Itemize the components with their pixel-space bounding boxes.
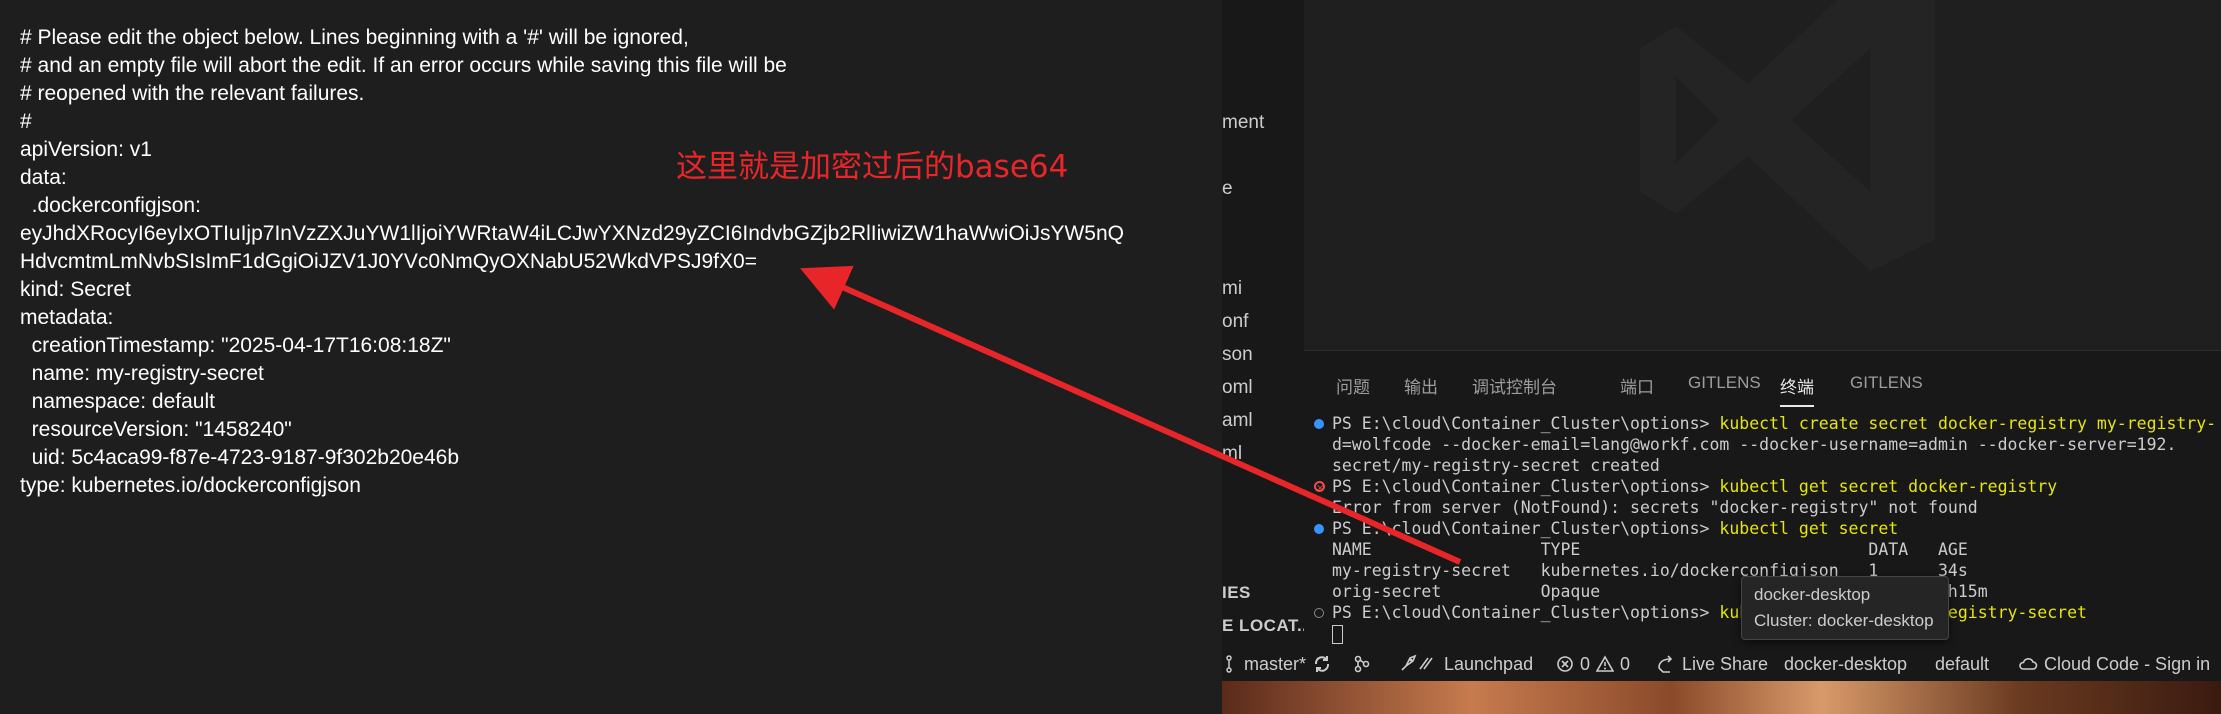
branch-label: master*	[1244, 654, 1307, 674]
desktop-wallpaper	[1222, 681, 2221, 714]
explorer-sidebar: ment e mi onf son oml aml ml IES E LOCAT…	[1222, 0, 1312, 714]
status-gitlens[interactable]	[1352, 647, 1372, 681]
explorer-item[interactable]: son	[1222, 344, 1253, 366]
terminal-command: kubectl create secret docker-registry my…	[1719, 414, 2217, 433]
terminal-prompt: PS E:\cloud\Container_Cluster\options>	[1332, 414, 1720, 433]
status-live-share[interactable]: Live Share	[1656, 647, 1768, 681]
editor-line: type: kubernetes.io/dockerconfigjson	[20, 474, 361, 497]
status-branch[interactable]: master*	[1226, 647, 1332, 681]
status-namespace[interactable]: default	[1935, 647, 1989, 681]
tab-debug-console[interactable]: 调试控制台	[1472, 373, 1557, 398]
tab-gitlens[interactable]: GITLENS	[1688, 373, 1761, 393]
status-k8s-context[interactable]: docker-desktop	[1784, 647, 1907, 681]
command-pending-icon[interactable]	[1314, 608, 1324, 618]
error-count: 0	[1580, 654, 1591, 674]
terminal-line: PS E:\cloud\Container_Cluster\options> k…	[1304, 413, 2221, 434]
git-branch-icon	[1226, 655, 1232, 673]
editor-line: # Please edit the object below. Lines be…	[20, 26, 689, 49]
command-success-icon[interactable]	[1314, 524, 1324, 534]
screen: ment e mi onf son oml aml ml IES E LOCAT…	[0, 0, 2221, 714]
status-launchpad[interactable]: Launchpad	[1398, 647, 1533, 681]
terminal-line: PS E:\cloud\Container_Cluster\options> k…	[1304, 518, 2221, 539]
terminal-prompt: PS E:\cloud\Container_Cluster\options>	[1332, 603, 1720, 622]
context-label: docker-desktop	[1784, 654, 1908, 674]
terminal-cursor	[1332, 625, 1343, 644]
live-share-label: Live Share	[1682, 654, 1769, 674]
tooltip-detail: Cluster: docker-desktop	[1754, 611, 1934, 630]
namespace-label: default	[1935, 654, 1990, 674]
terminal-line: Error from server (NotFound): secrets "d…	[1304, 497, 2221, 518]
terminal-prompt: PS E:\cloud\Container_Cluster\options>	[1332, 519, 1720, 538]
terminal-line: NAME TYPE DATA AGE	[1304, 539, 2221, 560]
sync-icon	[1315, 656, 1330, 672]
tab-gitlens-2[interactable]: GITLENS	[1850, 373, 1923, 393]
explorer-item[interactable]: ment	[1222, 112, 1264, 134]
explorer-item[interactable]: ml	[1222, 443, 1242, 465]
live-share-icon	[1658, 655, 1673, 673]
terminal-line: PS E:\cloud\Container_Cluster\options> k…	[1304, 476, 2221, 499]
annotation-label: 这里就是加密过后的base64	[676, 149, 1069, 185]
editor-line: #	[20, 110, 32, 133]
editor-line: apiVersion: v1	[20, 138, 152, 161]
status-cloud-code[interactable]: Cloud Code - Sign in	[2018, 647, 2210, 681]
explorer-item[interactable]: e	[1222, 178, 1233, 200]
editor-line: uid: 5c4aca99-f87e-4723-9187-9f302b20e46…	[20, 446, 460, 469]
editor-line: # reopened with the relevant failures.	[20, 82, 365, 105]
editor-line: HdvcmtmLmNvbSIsImF1dGgiOiJZV1J0YVc0NmQyO…	[20, 250, 757, 273]
terminal-output: d=wolfcode --docker-email=lang@workf.com…	[1332, 435, 2177, 454]
editor-line: namespace: default	[20, 390, 215, 413]
command-success-icon[interactable]	[1314, 419, 1324, 429]
editor-line: kind: Secret	[20, 278, 131, 301]
text-editor[interactable]: # Please edit the object below. Lines be…	[0, 0, 1222, 714]
terminal-output: secret/my-registry-secret created	[1332, 456, 1660, 475]
editor-line: # and an empty file will abort the edit.…	[20, 54, 787, 77]
terminal-command: kubectl get secret	[1719, 519, 1899, 538]
terminal-prompt: PS E:\cloud\Container_Cluster\options>	[1332, 477, 1720, 496]
explorer-section-header[interactable]: IES	[1222, 583, 1251, 603]
warning-count: 0	[1620, 654, 1631, 674]
tooltip-title: docker-desktop	[1754, 585, 1871, 604]
explorer-item[interactable]: aml	[1222, 410, 1253, 432]
terminal-line: secret/my-registry-secret created	[1304, 455, 2221, 476]
editor-line: metadata:	[20, 306, 114, 329]
rocket-icon	[1401, 654, 1433, 671]
vscode-logo-watermark-icon	[1640, 0, 1936, 272]
gitlens-icon	[1354, 655, 1370, 673]
terminal-output: Error from server (NotFound): secrets "d…	[1332, 498, 1978, 517]
explorer-item[interactable]: onf	[1222, 311, 1248, 333]
explorer-item[interactable]: mi	[1222, 278, 1242, 300]
terminal-command: kubectl get secret docker-registry	[1719, 477, 2058, 496]
status-bar: master* Launchpad 0 0 Live Share docker-…	[1222, 647, 2221, 681]
editor-area	[1304, 0, 2221, 350]
editor-line: creationTimestamp: "2025-04-17T16:08:18Z…	[20, 334, 451, 357]
terminal-line: d=wolfcode --docker-email=lang@workf.com…	[1304, 434, 2221, 455]
explorer-section-header[interactable]: E LOCAT...	[1222, 616, 1313, 636]
status-problems[interactable]: 0 0	[1556, 647, 1630, 681]
launchpad-label: Launchpad	[1444, 654, 1534, 674]
context-tooltip: docker-desktop Cluster: docker-desktop	[1741, 576, 1949, 640]
terminal-output: NAME TYPE DATA AGE	[1332, 540, 1968, 559]
cloud-code-label: Cloud Code - Sign in	[2044, 654, 2211, 674]
tab-ports[interactable]: 端口	[1620, 373, 1654, 398]
editor-line: .dockerconfigjson:	[20, 194, 201, 217]
error-icon	[1557, 656, 1573, 672]
warning-icon	[1596, 655, 1615, 672]
editor-line: data:	[20, 166, 67, 189]
tab-terminal[interactable]: 终端	[1780, 373, 1814, 407]
editor-line: eyJhdXRocyI6eyIxOTIuIjp7InVzZXJuYW1lIjoi…	[20, 222, 1124, 245]
tab-output[interactable]: 输出	[1404, 373, 1438, 398]
editor-line: resourceVersion: "1458240"	[20, 418, 292, 441]
tab-problems[interactable]: 问题	[1336, 373, 1370, 398]
explorer-item[interactable]: oml	[1222, 377, 1253, 399]
vscode-window: ment e mi onf son oml aml ml IES E LOCAT…	[1222, 0, 2221, 714]
command-error-icon[interactable]	[1314, 478, 1325, 499]
cloud-icon	[2019, 658, 2038, 670]
panel-tabs: 问题 输出 调试控制台 端口 GITLENS 终端 GITLENS	[1304, 351, 2221, 411]
editor-line: name: my-registry-secret	[20, 362, 264, 385]
